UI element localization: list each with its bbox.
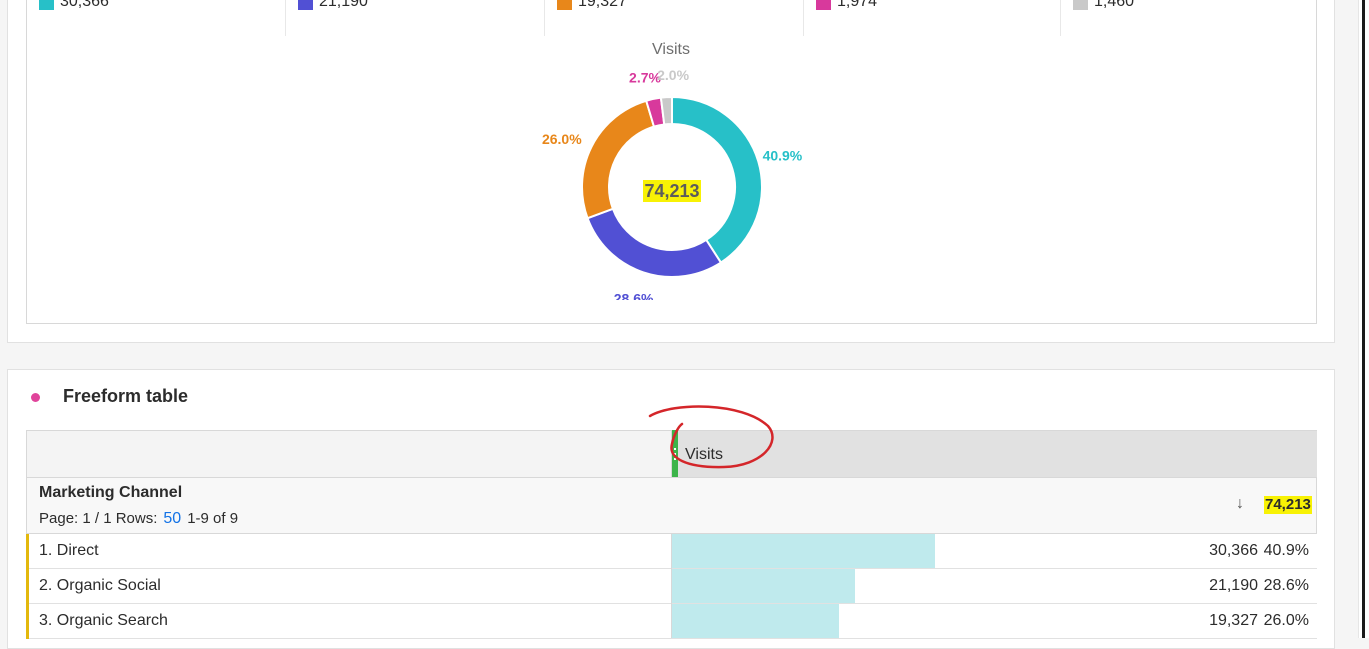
row-percent: 26.0%	[1263, 612, 1309, 629]
dimension-name[interactable]: Marketing Channel	[39, 484, 182, 502]
legend-value: 30,366	[60, 0, 109, 10]
legend-value: 21,190	[319, 0, 368, 10]
row-accent	[26, 604, 29, 639]
column-divider	[671, 534, 672, 638]
legend-item[interactable]: 30,366	[26, 0, 286, 36]
row-label[interactable]: 2. Organic Social	[39, 577, 161, 595]
chart-title: Visits	[652, 41, 690, 58]
slice-label: 26.0%	[542, 131, 582, 147]
panel-title: Freeform table	[63, 386, 189, 406]
legend-swatch	[298, 0, 313, 10]
annotation-circle	[648, 405, 774, 469]
legend-swatch	[816, 0, 831, 10]
slice-label: 28.6%	[614, 290, 654, 300]
row-value: 30,366	[1209, 542, 1258, 559]
legend-value: 1,460	[1094, 0, 1135, 10]
row-percent: 28.6%	[1263, 577, 1309, 594]
row-label[interactable]: 3. Organic Search	[39, 612, 168, 630]
donut-slice[interactable]	[586, 207, 723, 278]
legend-item[interactable]: 1,974	[803, 0, 1061, 36]
legend-item[interactable]: 1,460	[1060, 0, 1317, 36]
scrollbar-thumb[interactable]	[1362, 0, 1365, 638]
legend-swatch	[557, 0, 572, 10]
column-total: 74,213	[1264, 496, 1312, 514]
row-value: 21,190	[1209, 577, 1258, 594]
row-accent	[26, 534, 29, 569]
legend-item[interactable]: 21,190	[285, 0, 545, 36]
slice-label: 2.0%	[657, 70, 689, 83]
row-percent: 40.9%	[1263, 542, 1309, 559]
legend-item[interactable]: 19,327	[544, 0, 804, 36]
row-bar	[671, 534, 935, 568]
row-value: 19,327	[1209, 612, 1258, 629]
panel-status-dot	[31, 393, 40, 402]
legend-value: 19,327	[578, 0, 627, 10]
row-accent	[26, 569, 29, 604]
legend-swatch	[39, 0, 54, 10]
slice-label: 40.9%	[763, 147, 803, 163]
donut-total: 74,213	[643, 180, 701, 202]
legend-value: 1,974	[837, 0, 878, 10]
sort-descending-icon[interactable]: ↓	[1236, 495, 1244, 513]
row-bar	[671, 604, 839, 638]
pagination: Page: 1 / 1 Rows: 50 1-9 of 9	[39, 510, 238, 528]
row-label[interactable]: 1. Direct	[39, 542, 99, 560]
row-bar	[671, 569, 855, 603]
legend-swatch	[1073, 0, 1088, 10]
page-label: Page: 1 / 1 Rows:	[39, 510, 158, 527]
table-header-dimension-area	[26, 430, 672, 478]
rows-per-page-link[interactable]: 50	[163, 510, 181, 527]
row-range: 1-9 of 9	[187, 510, 239, 527]
